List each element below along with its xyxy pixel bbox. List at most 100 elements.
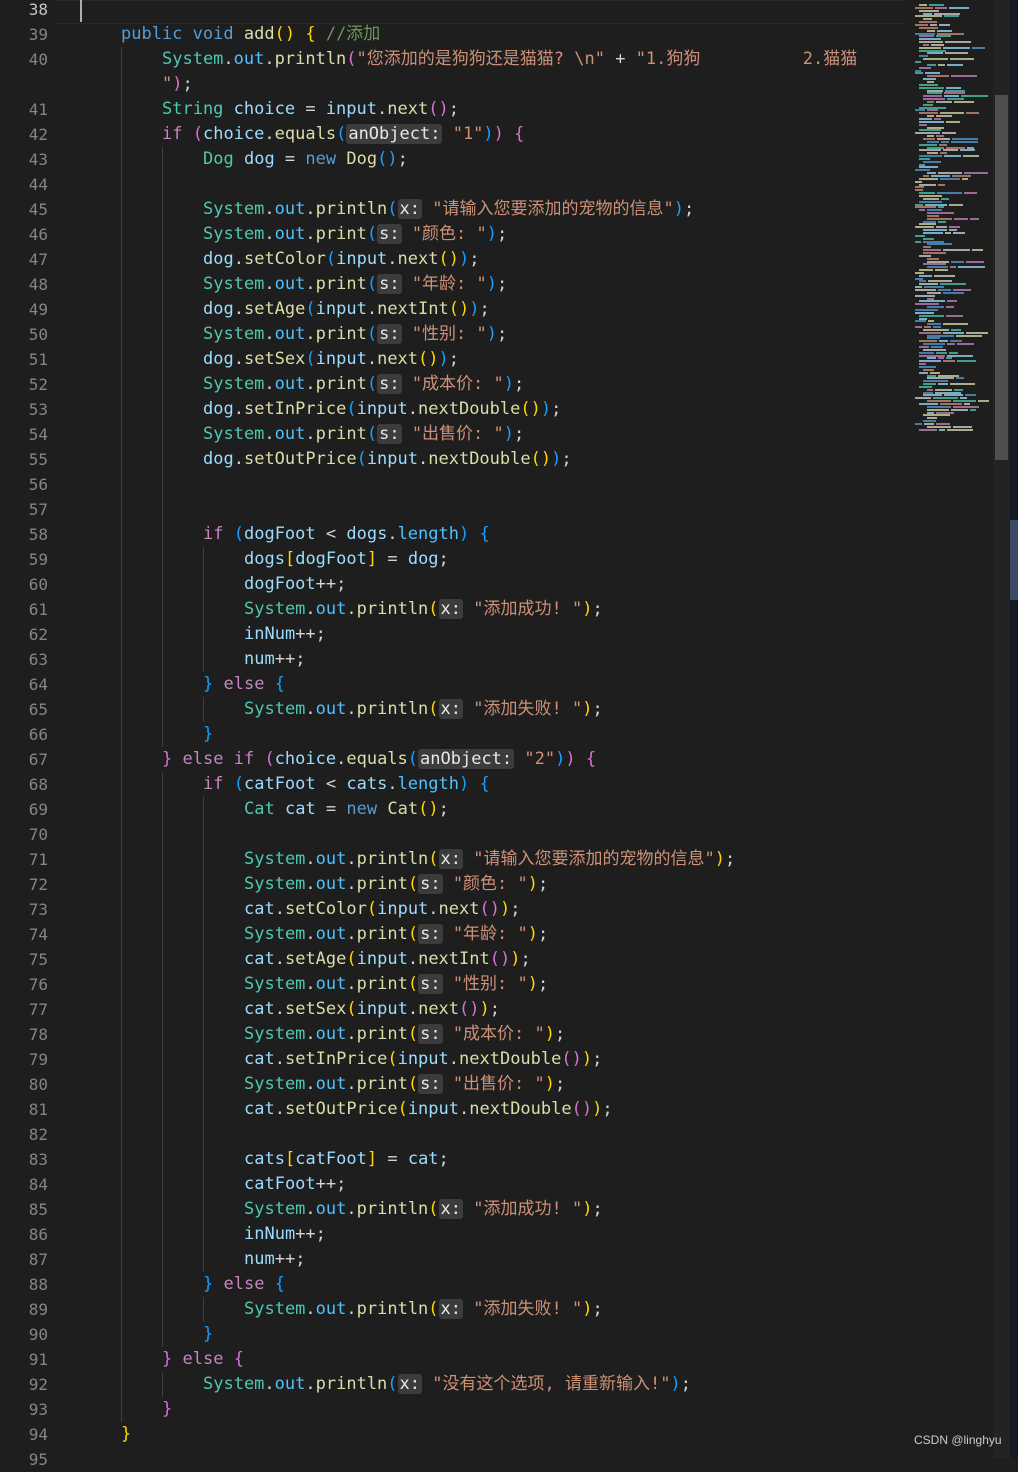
code-line[interactable]: 66} (0, 722, 905, 747)
code-line[interactable]: 63 num++; (0, 647, 905, 672)
code-text[interactable]: System.out.println(x: "请输入您要添加的宠物的信息"); (203, 197, 694, 222)
code-line[interactable]: 39 public void add() { //添加 (0, 22, 905, 47)
code-text[interactable]: dog.setInPrice(input.nextDouble()); (203, 397, 561, 422)
code-text[interactable]: if (catFoot < cats.length) { (203, 772, 490, 797)
code-line[interactable]: 76 System.out.print(s: "性别: "); (0, 972, 905, 997)
code-text[interactable]: if (dogFoot < dogs.length) { (203, 522, 490, 547)
code-line[interactable]: 90} (0, 1322, 905, 1347)
code-line[interactable]: 60 dogFoot++; (0, 572, 905, 597)
code-line[interactable]: 84 catFoot++; (0, 1172, 905, 1197)
code-text[interactable]: System.out.println(x: "没有这个选项, 请重新输入!"); (203, 1372, 691, 1397)
code-line[interactable]: 41 String choice = input.next(); (0, 97, 905, 122)
code-line[interactable]: 62 inNum++; (0, 622, 905, 647)
code-line[interactable]: 50 System.out.print(s: "性别: "); (0, 322, 905, 347)
code-line[interactable]: 95 (0, 1447, 905, 1472)
code-editor[interactable]: 38 39 public void add() { //添加 40 System.out… (0, 0, 905, 1469)
code-text[interactable]: System.out.println(x: "请输入您要添加的宠物的信息"); (244, 847, 735, 872)
code-line[interactable]: 70 (0, 822, 905, 847)
code-line[interactable]: 57 (0, 497, 905, 522)
code-text[interactable]: System.out.print(s: "出售价: "); (203, 422, 524, 447)
code-text[interactable]: cat.setSex(input.next()); (244, 997, 500, 1022)
code-text[interactable]: System.out.println(x: "添加成功! "); (244, 1197, 603, 1222)
code-line[interactable]: 72 System.out.print(s: "颜色: "); (0, 872, 905, 897)
code-line[interactable]: 47 dog.setColor(input.next()); (0, 247, 905, 272)
code-line[interactable]: 77 cat.setSex(input.next()); (0, 997, 905, 1022)
code-text[interactable]: System.out.print(s: "出售价: "); (244, 1072, 565, 1097)
code-text[interactable]: System.out.print(s: "颜色: "); (203, 222, 507, 247)
code-text[interactable]: public void add() { //添加 (121, 22, 380, 47)
code-text[interactable]: dog.setSex(input.next()); (203, 347, 459, 372)
code-text[interactable]: dogs[dogFoot] = dog; (244, 547, 449, 572)
minimap[interactable] (905, 0, 993, 1458)
code-line[interactable]: 91} else { (0, 1347, 905, 1372)
code-line[interactable]: 51 dog.setSex(input.next()); (0, 347, 905, 372)
code-text[interactable]: System.out.print(s: "颜色: "); (244, 872, 548, 897)
code-line[interactable]: 89 System.out.println(x: "添加失败! "); (0, 1297, 905, 1322)
code-text[interactable]: Cat cat = new Cat(); (244, 797, 449, 822)
code-line[interactable]: 58 if (dogFoot < dogs.length) { (0, 522, 905, 547)
code-text[interactable]: System.out.println(x: "添加失败! "); (244, 1297, 603, 1322)
code-line[interactable]: 82 (0, 1122, 905, 1147)
code-text[interactable]: System.out.print(s: "年龄: "); (203, 272, 507, 297)
code-text[interactable]: System.out.print(s: "成本价: "); (244, 1022, 565, 1047)
code-line[interactable]: 69 Cat cat = new Cat(); (0, 797, 905, 822)
code-line[interactable]: 49 dog.setAge(input.nextInt()); (0, 297, 905, 322)
code-text[interactable]: num++; (244, 647, 305, 672)
code-text[interactable]: System.out.println(x: "添加失败! "); (244, 697, 603, 722)
code-line[interactable]: 43 Dog dog = new Dog(); (0, 147, 905, 172)
code-line[interactable]: 88} else { (0, 1272, 905, 1297)
code-text[interactable]: dog.setColor(input.next()); (203, 247, 479, 272)
code-line[interactable]: 40 System.out.println("您添加的是狗狗还是猫猫? \n" +… (0, 47, 905, 72)
code-text[interactable]: } else { (203, 1272, 285, 1297)
code-line[interactable]: 55 dog.setOutPrice(input.nextDouble()); (0, 447, 905, 472)
code-text[interactable]: System.out.println(x: "添加成功! "); (244, 597, 603, 622)
code-text[interactable]: } (162, 1397, 172, 1422)
code-text[interactable]: } else if (choice.equals(anObject: "2"))… (162, 747, 596, 772)
code-text[interactable]: } (121, 1422, 131, 1447)
code-text[interactable]: cats[catFoot] = cat; (244, 1147, 449, 1172)
code-line[interactable]: 68 if (catFoot < cats.length) { (0, 772, 905, 797)
code-text[interactable]: cat.setOutPrice(input.nextDouble()); (244, 1097, 613, 1122)
code-text[interactable]: dogFoot++; (244, 572, 346, 597)
code-text[interactable]: System.out.println("您添加的是狗狗还是猫猫? \n" + "… (162, 47, 857, 72)
code-line[interactable]: 38 (0, 0, 905, 22)
code-line[interactable]: 52 System.out.print(s: "成本价: "); (0, 372, 905, 397)
code-text[interactable]: System.out.print(s: "年龄: "); (244, 922, 548, 947)
code-text[interactable]: } else { (203, 672, 285, 697)
code-line[interactable]: 44 (0, 172, 905, 197)
code-line[interactable]: 73 cat.setColor(input.next()); (0, 897, 905, 922)
code-text[interactable]: } (203, 722, 213, 747)
code-line[interactable]: 78 System.out.print(s: "成本价: "); (0, 1022, 905, 1047)
code-line[interactable]: "); (0, 72, 905, 97)
scrollbar-thumb[interactable] (995, 95, 1008, 460)
code-text[interactable]: } (203, 1322, 213, 1347)
code-line[interactable]: 61 System.out.println(x: "添加成功! "); (0, 597, 905, 622)
code-line[interactable]: 46 System.out.print(s: "颜色: "); (0, 222, 905, 247)
code-line[interactable]: 93} (0, 1397, 905, 1422)
code-line[interactable]: 56 (0, 472, 905, 497)
code-line[interactable]: 67} else if (choice.equals(anObject: "2"… (0, 747, 905, 772)
code-text[interactable]: if (choice.equals(anObject: "1")) { (162, 122, 524, 147)
code-line[interactable]: 86 inNum++; (0, 1222, 905, 1247)
code-line[interactable]: 45 System.out.println(x: "请输入您要添加的宠物的信息")… (0, 197, 905, 222)
code-text[interactable]: catFoot++; (244, 1172, 346, 1197)
code-text[interactable]: cat.setAge(input.nextInt()); (244, 947, 531, 972)
code-text[interactable]: num++; (244, 1247, 305, 1272)
code-line[interactable]: 42 if (choice.equals(anObject: "1")) { (0, 122, 905, 147)
code-text[interactable]: dog.setAge(input.nextInt()); (203, 297, 490, 322)
code-text[interactable]: System.out.print(s: "成本价: "); (203, 372, 524, 397)
code-text[interactable]: } else { (162, 1347, 244, 1372)
code-text[interactable]: inNum++; (244, 622, 326, 647)
code-line[interactable]: 54 System.out.print(s: "出售价: "); (0, 422, 905, 447)
code-text[interactable]: cat.setColor(input.next()); (244, 897, 520, 922)
code-text[interactable]: inNum++; (244, 1222, 326, 1247)
code-text[interactable]: System.out.print(s: "性别: "); (244, 972, 548, 997)
code-line[interactable]: 92 System.out.println(x: "没有这个选项, 请重新输入!"… (0, 1372, 905, 1397)
code-line[interactable]: 79 cat.setInPrice(input.nextDouble()); (0, 1047, 905, 1072)
code-text[interactable]: cat.setInPrice(input.nextDouble()); (244, 1047, 602, 1072)
code-line[interactable]: 74 System.out.print(s: "年龄: "); (0, 922, 905, 947)
code-line[interactable]: 85 System.out.println(x: "添加成功! "); (0, 1197, 905, 1222)
code-text[interactable]: String choice = input.next(); (162, 97, 459, 122)
code-line[interactable]: 87 num++; (0, 1247, 905, 1272)
code-line[interactable]: 71 System.out.println(x: "请输入您要添加的宠物的信息")… (0, 847, 905, 872)
